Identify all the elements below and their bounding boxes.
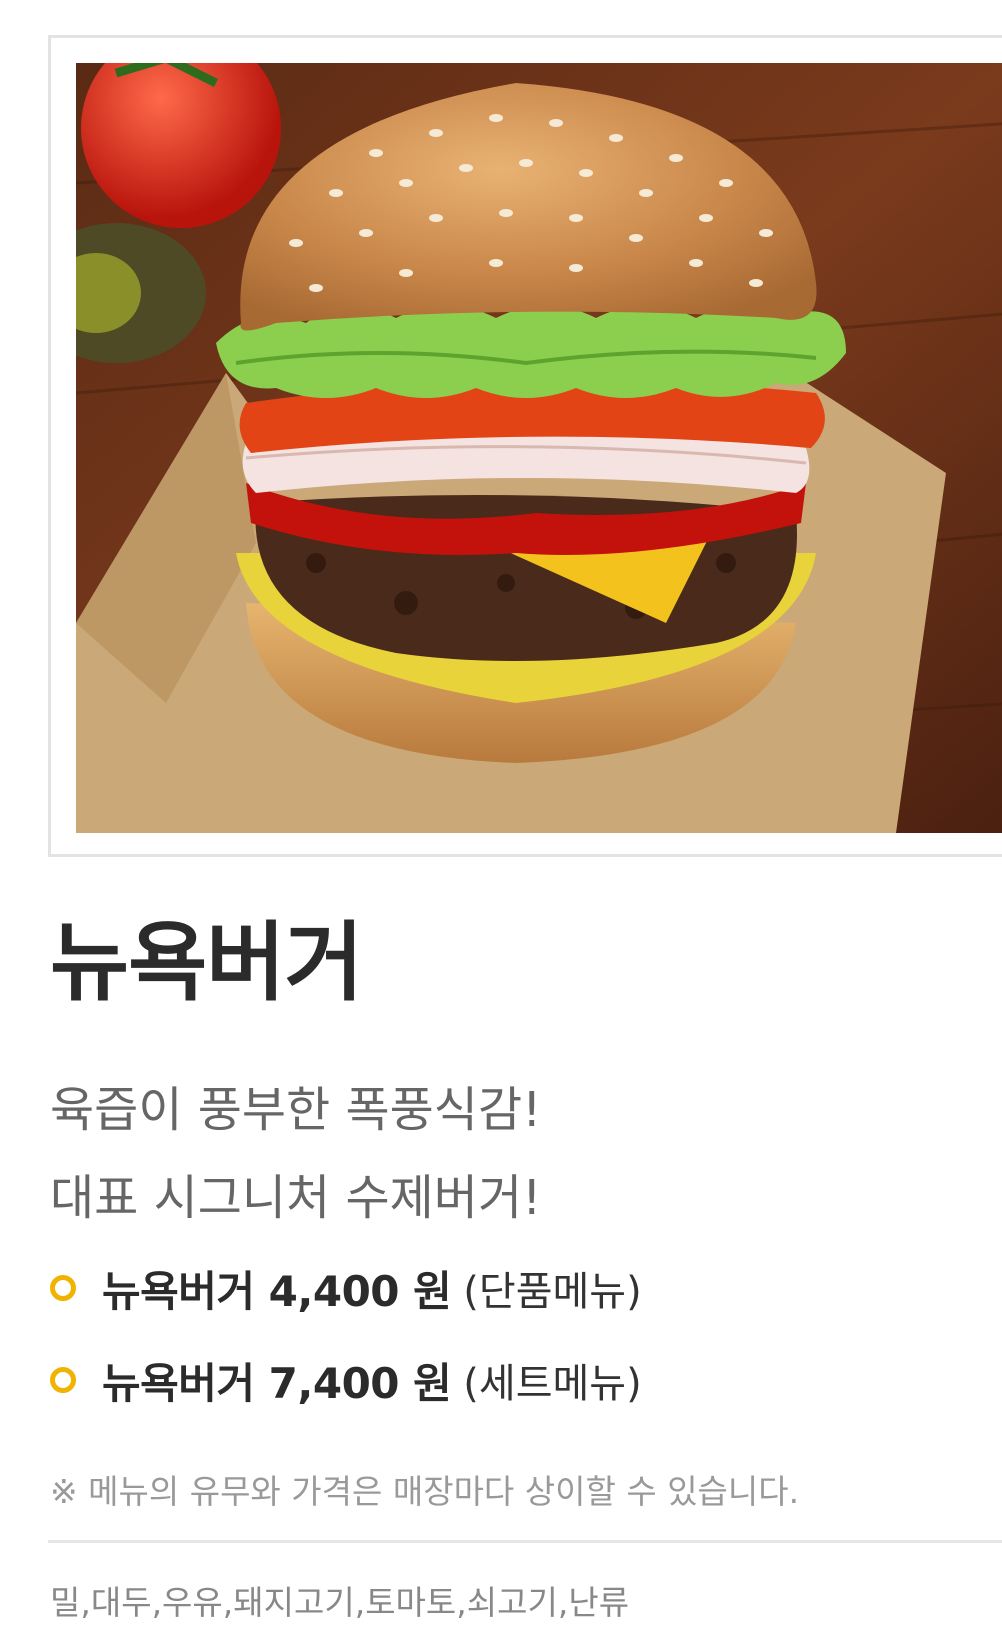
allergen-list: 밀,대두,우유,돼지고기,토마토,쇠고기,난류: [50, 1583, 630, 1622]
ring-bullet-icon: [50, 1367, 76, 1393]
price-row-single: 뉴욕버거 4,400 원 (단품메뉴): [50, 1258, 642, 1318]
menu-description: 육즙이 풍부한 폭풍식감! 대표 시그니처 수제버거!: [50, 1066, 541, 1242]
divider: [48, 1540, 1002, 1543]
description-line: 육즙이 풍부한 폭풍식감!: [50, 1082, 542, 1138]
menu-title: 뉴욕버거: [50, 913, 363, 1013]
ring-bullet-icon: [50, 1275, 76, 1301]
price-type: (세트메뉴): [463, 1361, 642, 1407]
product-image-frame: [48, 35, 1002, 857]
price-name: 뉴욕버거 7,400 원: [102, 1358, 452, 1408]
price-row-set: 뉴욕버거 7,400 원 (세트메뉴): [50, 1350, 642, 1410]
price-notice: ※ 메뉴의 유무와 가격은 매장마다 상이할 수 있습니다.: [50, 1472, 800, 1511]
burger-image: [76, 63, 1002, 833]
description-line: 대표 시그니처 수제버거!: [50, 1170, 542, 1226]
price-type: (단품메뉴): [463, 1269, 642, 1315]
price-name: 뉴욕버거 4,400 원: [102, 1266, 452, 1316]
burger-illustration: [76, 63, 1002, 833]
